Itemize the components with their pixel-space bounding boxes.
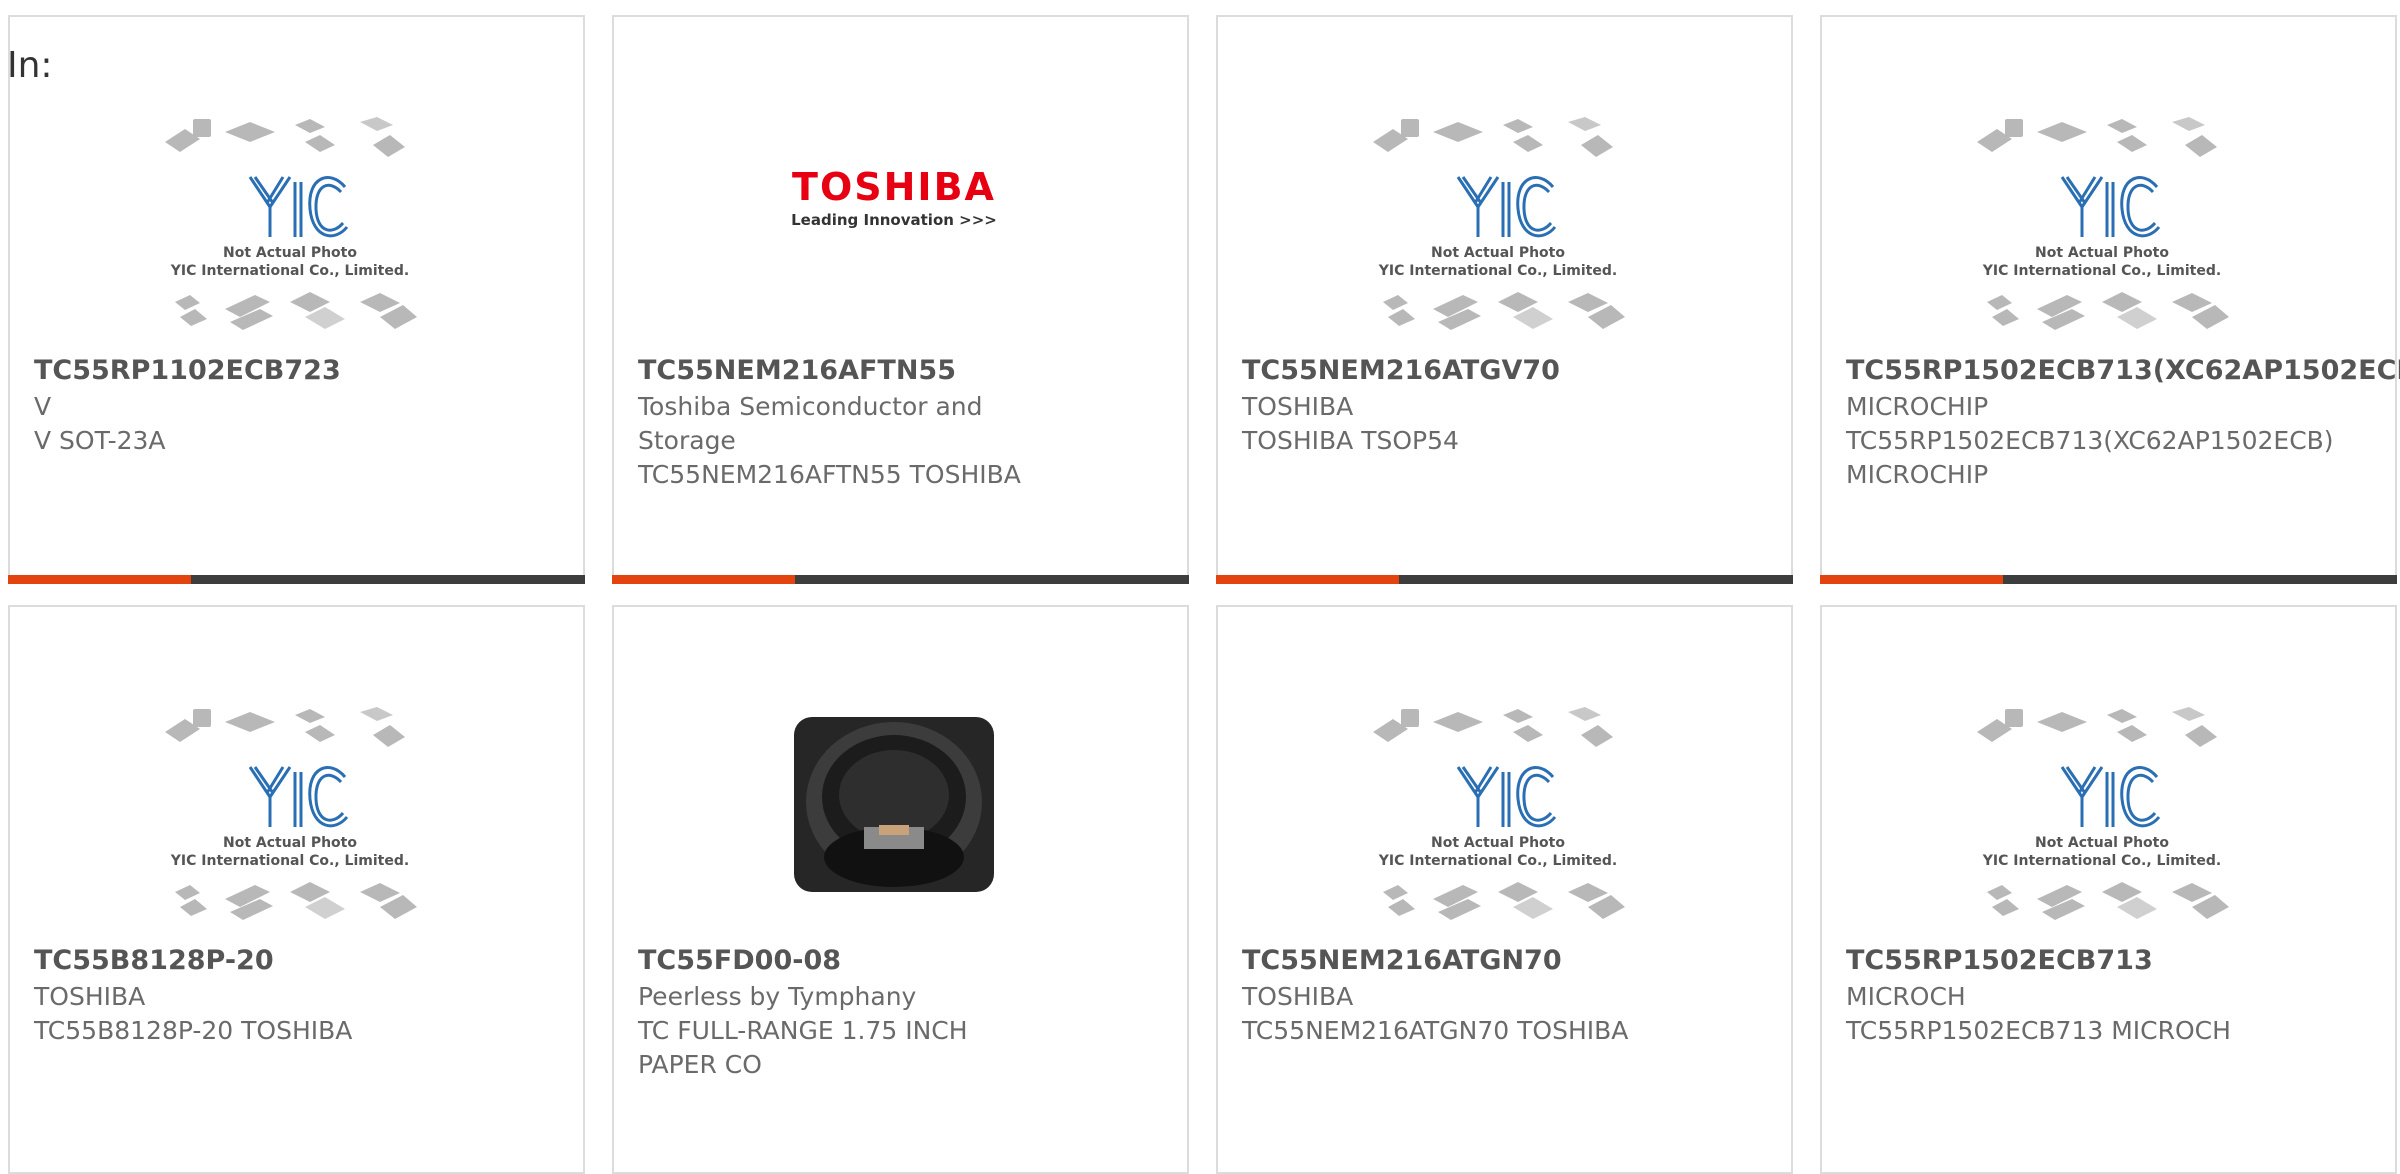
product-description: Storage (638, 426, 736, 455)
product-description: TC55RP1502ECB713(XC62AP1502ECB) (1846, 426, 2334, 455)
product-image[interactable]: Not Actual Photo YIC International Co., … (1952, 97, 2252, 337)
product-part-number[interactable]: TC55NEM216ATGN70 (1242, 945, 1562, 976)
card-hover-bar (8, 575, 585, 584)
product-manufacturer: V (34, 392, 52, 421)
product-description: PAPER CO (638, 1050, 762, 1079)
product-image[interactable] (744, 687, 1044, 927)
product-part-number[interactable]: TC55RP1102ECB723 (34, 355, 341, 386)
product-description: TC55B8128P-20 TOSHIBA (34, 1016, 353, 1045)
product-card[interactable]: TOSHIBA Leading Innovation >>> TC55NEM21… (612, 15, 1189, 584)
product-description: TC55NEM216AFTN55 TOSHIBA (638, 460, 1021, 489)
product-image[interactable]: Not Actual Photo YIC International Co., … (140, 97, 440, 337)
product-card[interactable]: Not Actual Photo YIC International Co., … (8, 605, 585, 1174)
toshiba-logo: TOSHIBA Leading Innovation >>> (791, 165, 997, 229)
card-accent-bar (612, 575, 795, 584)
placeholder-line-1: Not Actual Photo (223, 835, 357, 851)
product-part-number[interactable]: TC55B8128P-20 (34, 945, 274, 976)
product-description: TC FULL-RANGE 1.75 INCH (638, 1016, 968, 1045)
placeholder-line-1: Not Actual Photo (1431, 245, 1565, 261)
product-image[interactable]: Not Actual Photo YIC International Co., … (140, 687, 440, 927)
product-part-number[interactable]: TC55NEM216AFTN55 (638, 355, 956, 386)
product-card[interactable]: TC55FD00-08 Peerless by Tymphany TC FULL-R… (612, 605, 1189, 1174)
product-manufacturer: MICROCHIP (1846, 392, 1989, 421)
yic-placeholder-image: Not Actual Photo YIC International Co., … (1373, 707, 1625, 920)
card-hover-bar (1216, 575, 1793, 584)
card-accent-bar (8, 575, 191, 584)
yic-placeholder-image: Not Actual Photo YIC International Co., … (165, 117, 417, 330)
placeholder-line-2: YIC International Co., Limited. (170, 263, 409, 279)
product-part-number[interactable]: TC55FD00-08 (638, 945, 841, 976)
product-manufacturer: TOSHIBA (34, 982, 146, 1011)
yic-placeholder-image: Not Actual Photo YIC International Co., … (1373, 117, 1625, 330)
placeholder-line-2: YIC International Co., Limited. (1378, 853, 1617, 869)
in-label: In: (7, 45, 53, 86)
product-part-number[interactable]: TC55RP1502ECB713 (1846, 945, 2153, 976)
product-card[interactable]: Not Actual Photo YIC International Co., … (8, 15, 585, 584)
product-manufacturer: Toshiba Semiconductor and (638, 392, 983, 421)
product-description: MICROCHIP (1846, 460, 1989, 489)
toshiba-brand: TOSHIBA (792, 165, 996, 209)
placeholder-line-2: YIC International Co., Limited. (1982, 853, 2221, 869)
product-description: TC55RP1502ECB713 MICROCH (1846, 1016, 2231, 1045)
yic-placeholder-image: Not Actual Photo YIC International Co., … (165, 707, 417, 920)
product-description: TC55NEM216ATGN70 TOSHIBA (1242, 1016, 1629, 1045)
placeholder-line-2: YIC International Co., Limited. (1378, 263, 1617, 279)
product-manufacturer: MICROCH (1846, 982, 1966, 1011)
product-manufacturer: Peerless by Tymphany (638, 982, 917, 1011)
card-accent-bar (1820, 575, 2003, 584)
product-card[interactable]: Not Actual Photo YIC International Co., … (1216, 605, 1793, 1174)
product-card[interactable]: Not Actual Photo YIC International Co., … (1216, 15, 1793, 584)
product-description: TOSHIBA TSOP54 (1242, 426, 1459, 455)
product-description: V SOT-23A (34, 426, 166, 455)
product-image[interactable]: Not Actual Photo YIC International Co., … (1348, 687, 1648, 927)
yic-placeholder-image: Not Actual Photo YIC International Co., … (1977, 707, 2229, 920)
placeholder-line-1: Not Actual Photo (2035, 245, 2169, 261)
product-part-number[interactable]: TC55NEM216ATGV70 (1242, 355, 1560, 386)
yic-placeholder-image: Not Actual Photo YIC International Co., … (1977, 117, 2229, 330)
product-image[interactable]: Not Actual Photo YIC International Co., … (1348, 97, 1648, 337)
placeholder-line-1: Not Actual Photo (1431, 835, 1565, 851)
toshiba-tagline: Leading Innovation >>> (791, 211, 997, 229)
placeholder-line-1: Not Actual Photo (2035, 835, 2169, 851)
product-manufacturer: TOSHIBA (1242, 392, 1354, 421)
product-image[interactable]: Not Actual Photo YIC International Co., … (1952, 687, 2252, 927)
speaker-photo (794, 717, 994, 892)
placeholder-line-2: YIC International Co., Limited. (1982, 263, 2221, 279)
card-accent-bar (1216, 575, 1399, 584)
product-part-number[interactable]: TC55RP1502ECB713(XC62AP1502ECB) (1846, 355, 2400, 386)
product-manufacturer: TOSHIBA (1242, 982, 1354, 1011)
product-card[interactable]: Not Actual Photo YIC International Co., … (1820, 15, 2400, 584)
product-image[interactable]: TOSHIBA Leading Innovation >>> (744, 77, 1044, 317)
card-hover-bar (612, 575, 1189, 584)
placeholder-line-2: YIC International Co., Limited. (170, 853, 409, 869)
card-hover-bar (1820, 575, 2397, 584)
placeholder-line-1: Not Actual Photo (223, 245, 357, 261)
product-card[interactable]: Not Actual Photo YIC International Co., … (1820, 605, 2397, 1174)
